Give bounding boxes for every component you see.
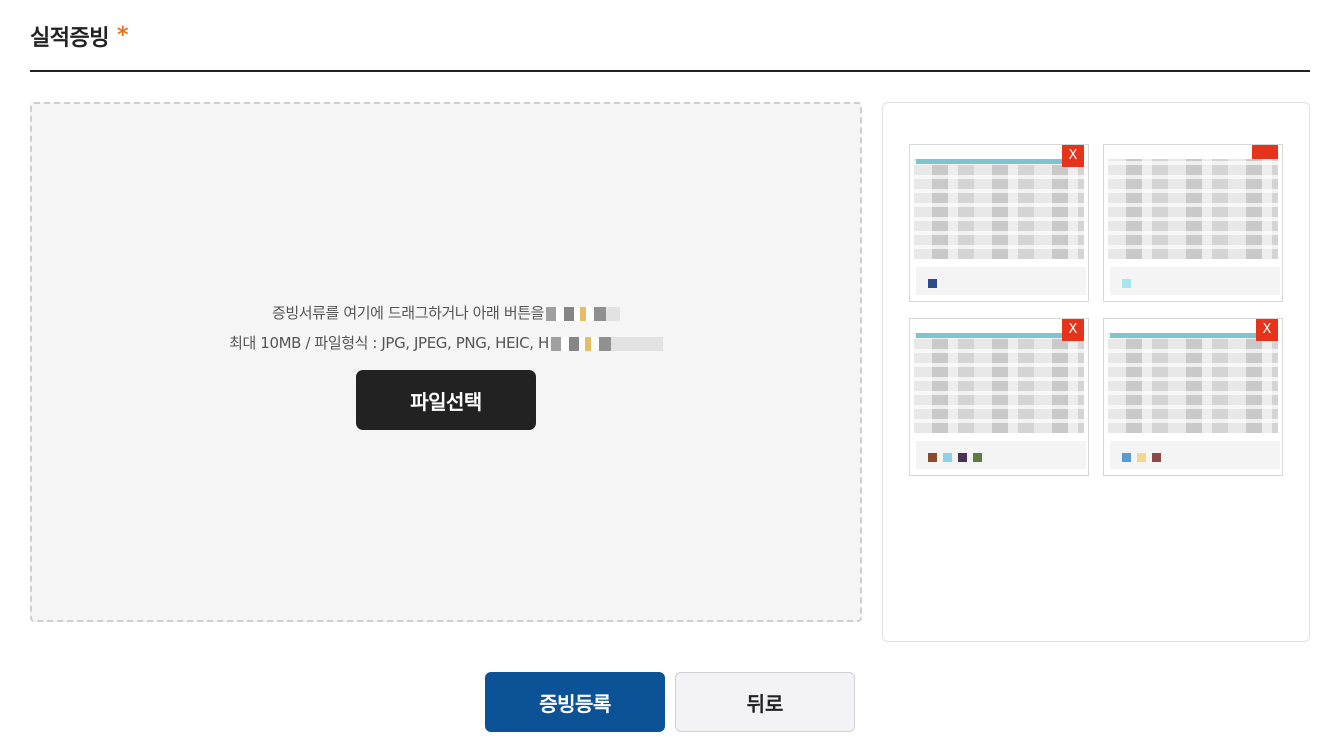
dropzone-instruction-text: 증빙서류를 여기에 드래그하거나 아래 버튼을 xyxy=(271,304,545,322)
remove-thumbnail-button[interactable]: X xyxy=(1062,145,1084,167)
legend-swatch xyxy=(928,279,937,288)
thumbnail-image xyxy=(1108,333,1278,433)
remove-thumbnail-button[interactable] xyxy=(1252,145,1278,159)
thumbnail-image xyxy=(914,333,1084,433)
thumbnail-panel: X X X xyxy=(882,102,1310,642)
legend-swatch xyxy=(928,453,937,462)
thumbnail-image xyxy=(1108,159,1278,259)
section-header: 실적증빙 * xyxy=(30,20,128,52)
submit-evidence-button[interactable]: 증빙등록 xyxy=(485,672,665,732)
back-button[interactable]: 뒤로 xyxy=(675,672,855,732)
legend-swatch xyxy=(1122,279,1131,288)
redacted-text xyxy=(550,336,663,351)
legend-swatch xyxy=(1137,453,1146,462)
legend-swatch xyxy=(973,453,982,462)
remove-thumbnail-button[interactable]: X xyxy=(1256,319,1278,341)
section-divider xyxy=(30,70,1310,72)
redacted-text xyxy=(546,306,621,321)
thumbnail-footer xyxy=(1110,267,1280,295)
dropzone-instruction: 증빙서류를 여기에 드래그하거나 아래 버튼을 xyxy=(32,298,860,328)
thumbnail-header-bar xyxy=(1110,333,1278,338)
dropzone-limits-text: 최대 10MB / 파일형식 : JPG, JPEG, PNG, HEIC, H xyxy=(229,334,549,352)
legend-swatch xyxy=(943,453,952,462)
section-title: 실적증빙 xyxy=(30,26,109,51)
thumbnail-item[interactable]: X xyxy=(909,318,1089,476)
thumbnail-header-bar xyxy=(916,159,1084,164)
dropzone-limits: 최대 10MB / 파일형식 : JPG, JPEG, PNG, HEIC, H xyxy=(32,328,860,358)
legend-swatch xyxy=(1122,453,1131,462)
legend-swatch xyxy=(958,453,967,462)
thumbnail-header-bar xyxy=(916,333,1084,338)
thumbnail-footer xyxy=(916,441,1086,469)
legend-swatch xyxy=(1152,453,1161,462)
thumbnail-footer xyxy=(916,267,1086,295)
thumbnail-footer xyxy=(1110,441,1280,469)
file-select-button[interactable]: 파일선택 xyxy=(356,370,536,430)
required-mark: * xyxy=(116,23,129,48)
thumbnail-item[interactable]: X xyxy=(1103,318,1283,476)
remove-thumbnail-button[interactable]: X xyxy=(1062,319,1084,341)
file-dropzone[interactable]: 증빙서류를 여기에 드래그하거나 아래 버튼을 최대 10MB / 파일형식 :… xyxy=(30,102,862,622)
thumbnail-image xyxy=(914,159,1084,259)
thumbnail-item[interactable] xyxy=(1103,144,1283,302)
thumbnail-item[interactable]: X xyxy=(909,144,1089,302)
